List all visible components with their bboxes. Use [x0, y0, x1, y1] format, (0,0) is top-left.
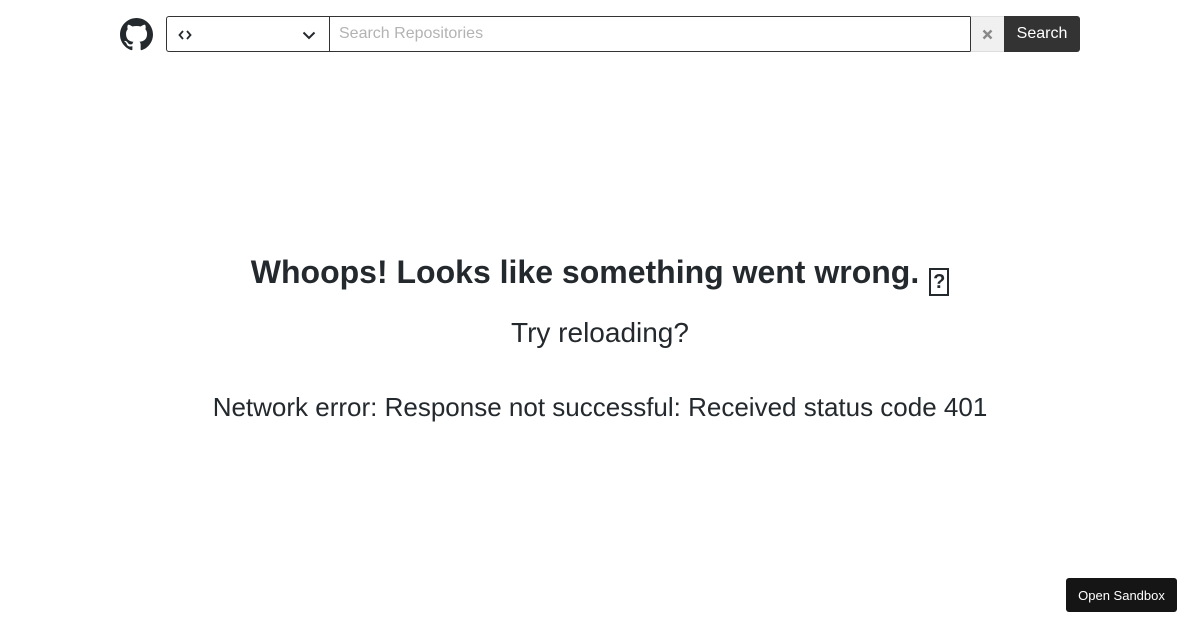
search-input[interactable]: [329, 16, 970, 52]
open-sandbox-button[interactable]: Open Sandbox: [1066, 578, 1177, 612]
close-icon: [982, 29, 993, 39]
header: Search: [119, 16, 1080, 52]
error-title: Whoops! Looks like something went wrong.…: [0, 253, 1200, 296]
error-title-text: Whoops! Looks like something went wrong.: [250, 254, 920, 290]
clear-search-button[interactable]: [970, 16, 1004, 52]
missing-glyph-icon: ?: [929, 268, 950, 296]
search-button[interactable]: Search: [1004, 16, 1080, 52]
error-message: Network error: Response not successful: …: [212, 392, 988, 422]
code-icon: [177, 27, 193, 43]
search-type-select[interactable]: [166, 16, 330, 52]
page: Search Whoops! Looks like something went…: [0, 0, 1200, 630]
chevron-down-icon: [301, 27, 317, 43]
github-mark-icon[interactable]: [119, 17, 153, 51]
reload-link[interactable]: Try reloading?: [0, 316, 1200, 350]
